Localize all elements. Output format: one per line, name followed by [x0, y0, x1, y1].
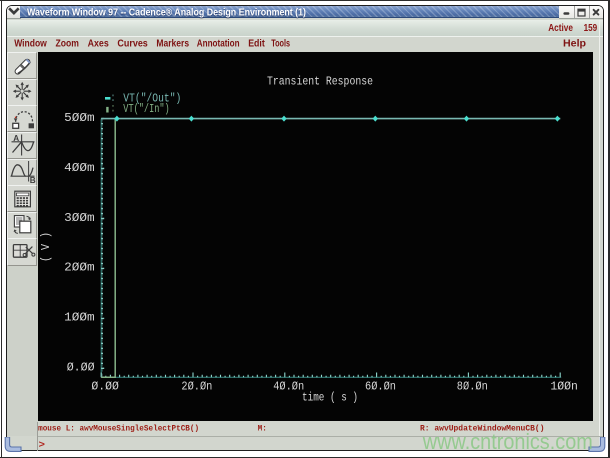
svg-text:( V ): ( V )	[39, 232, 53, 262]
svg-text:time ( s ): time ( s )	[302, 390, 358, 404]
svg-text:Ø.ØØ: Ø.ØØ	[67, 361, 95, 375]
svg-text:Transient Response: Transient Response	[267, 74, 373, 88]
svg-text:Window: Window	[14, 39, 47, 50]
svg-text:Zoom: Zoom	[56, 39, 79, 50]
svg-text:2Ø.Øn: 2Ø.Øn	[181, 380, 212, 394]
svg-text:>: >	[39, 439, 46, 451]
svg-text:5ØØm: 5ØØm	[64, 111, 95, 125]
svg-text:1ØØn: 1ØØn	[550, 380, 578, 394]
svg-text:Ø.ØØ: Ø.ØØ	[91, 380, 119, 394]
svg-text:1ØØm: 1ØØm	[64, 311, 95, 325]
svg-text:159: 159	[584, 23, 598, 34]
svg-text:mouse L: awvMouseSingleSelectP: mouse L: awvMouseSingleSelectPtCB()	[38, 423, 199, 433]
svg-text:www.cntronics.com: www.cntronics.com	[422, 429, 593, 454]
svg-text:Annotation: Annotation	[197, 39, 240, 50]
svg-text:3ØØm: 3ØØm	[64, 211, 95, 225]
svg-text:Axes: Axes	[88, 39, 109, 50]
svg-text:Waveform Window 97 -- Cadence®: Waveform Window 97 -- Cadence® Analog De…	[27, 7, 306, 18]
svg-text:2ØØm: 2ØØm	[64, 261, 95, 275]
svg-text:4Ø.Øn: 4Ø.Øn	[273, 380, 304, 394]
svg-text:Active: Active	[548, 23, 573, 34]
svg-text:4ØØm: 4ØØm	[64, 161, 95, 175]
svg-text:Help: Help	[563, 39, 586, 50]
svg-text:M:: M:	[258, 423, 267, 433]
svg-text:VT("/In"): VT("/In")	[123, 103, 169, 116]
svg-text:Markers: Markers	[156, 39, 189, 50]
svg-text:Edit: Edit	[248, 39, 265, 50]
svg-text::: :	[111, 102, 115, 115]
svg-text:Tools: Tools	[271, 39, 290, 50]
svg-text:8Ø.Øn: 8Ø.Øn	[457, 380, 488, 394]
svg-text:6Ø.Øn: 6Ø.Øn	[365, 380, 396, 394]
svg-text:Curves: Curves	[117, 39, 148, 50]
